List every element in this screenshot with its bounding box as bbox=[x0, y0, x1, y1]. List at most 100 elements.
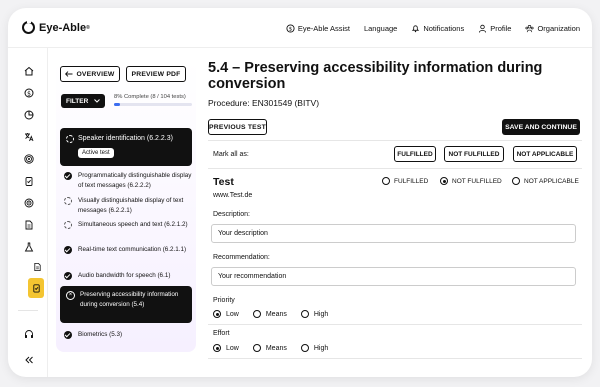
radio-label: Low bbox=[226, 344, 239, 352]
mark-all-fulfilled-button[interactable]: FULFILLED bbox=[394, 146, 436, 162]
radio-icon bbox=[300, 310, 309, 318]
progress-text: 8% Complete (8 / 104 tests) bbox=[114, 94, 186, 100]
nav-profile[interactable]: Profile bbox=[478, 24, 511, 33]
dollar-circle-icon: $ bbox=[24, 88, 33, 97]
test-list-panel: OVERVIEW PREVIEW PDF FILTER 8% Complete … bbox=[56, 60, 196, 352]
rail-assist[interactable]: $ bbox=[23, 87, 34, 98]
effort-low-radio[interactable]: Low bbox=[213, 344, 239, 352]
list-item-label: Audio bandwidth for speech (6.1) bbox=[78, 272, 171, 279]
radio-label: High bbox=[313, 344, 329, 352]
svg-text:$: $ bbox=[27, 90, 31, 97]
nav-organization[interactable]: Organization bbox=[525, 24, 580, 33]
recommendation-field[interactable]: Your recommendation bbox=[211, 267, 576, 286]
active-test-item[interactable]: Speaker identification (6.2.2.3) Active … bbox=[60, 128, 192, 166]
translate-icon bbox=[24, 132, 33, 141]
app-window: Eye-Able ® $ Eye-Able Assist Language Not… bbox=[8, 8, 592, 377]
radio-label: NOT APPLICABLE bbox=[524, 177, 579, 185]
clipboard-check-icon bbox=[32, 284, 40, 293]
rail-file[interactable] bbox=[23, 219, 34, 230]
mark-all-fulfilled-label: FULFILLED bbox=[397, 150, 433, 158]
list-item[interactable]: Audio bandwidth for speech (6.1) bbox=[64, 271, 192, 281]
test-title: Test bbox=[213, 176, 234, 188]
radio-selected-icon bbox=[213, 344, 221, 352]
status-fulfilled-radio[interactable]: FULFILLED bbox=[382, 177, 428, 185]
nav-notifications[interactable]: Notifications bbox=[411, 24, 464, 33]
effort-high-radio[interactable]: High bbox=[300, 344, 329, 352]
priority-options: Low Means High bbox=[213, 310, 328, 318]
completed-check-icon bbox=[64, 172, 72, 180]
rail-report[interactable] bbox=[32, 261, 43, 272]
save-and-continue-button[interactable]: SAVE AND CONTINUE bbox=[502, 119, 580, 135]
rail-audit-active[interactable] bbox=[28, 278, 44, 298]
list-item[interactable]: Real-time text communication (6.2.1.1) bbox=[64, 245, 192, 255]
rail-broadcast[interactable] bbox=[23, 153, 34, 164]
save-and-continue-label: SAVE AND CONTINUE bbox=[505, 123, 577, 131]
pie-chart-icon bbox=[24, 110, 33, 119]
side-rail: $ bbox=[8, 48, 48, 377]
nav-label: Profile bbox=[490, 23, 512, 33]
list-item-label: Programmatically distinguishable display… bbox=[78, 172, 192, 189]
list-item[interactable]: Visually distinguishable display of text… bbox=[64, 196, 192, 215]
preview-pdf-label: PREVIEW PDF bbox=[131, 70, 181, 78]
document-icon bbox=[34, 262, 41, 271]
radio-label: Means bbox=[265, 344, 287, 352]
radio-icon bbox=[382, 177, 390, 185]
mark-all-label: Mark all as: bbox=[213, 151, 249, 158]
effort-options: Low Means High bbox=[213, 344, 328, 352]
nav-eye-able-assist[interactable]: $ Eye-Able Assist bbox=[286, 24, 350, 33]
effort-means-radio[interactable]: Means bbox=[252, 344, 287, 352]
progress-bar bbox=[114, 103, 192, 106]
flask-icon bbox=[24, 242, 33, 251]
priority-high-radio[interactable]: High bbox=[300, 310, 328, 318]
previous-test-button[interactable]: PREVIOUS TEST bbox=[208, 119, 267, 135]
description-label: Description: bbox=[213, 211, 250, 218]
rail-lab[interactable] bbox=[23, 241, 34, 252]
in-progress-icon bbox=[66, 135, 74, 143]
selected-test-item[interactable]: × Preserving accessibility information d… bbox=[60, 286, 192, 323]
divider bbox=[208, 324, 582, 325]
pending-status-icon bbox=[64, 197, 72, 205]
mark-all-not-applicable-button[interactable]: NOT APPLICABLE bbox=[513, 146, 577, 162]
divider bbox=[208, 140, 582, 141]
completed-check-icon bbox=[64, 272, 72, 280]
procedure-text: Procedure: EN301549 (BITV) bbox=[208, 98, 320, 108]
rail-support[interactable] bbox=[23, 328, 34, 339]
list-item[interactable]: Programmatically distinguishable display… bbox=[64, 171, 192, 190]
list-item-label: Simultaneous speech and text (6.2.1.2) bbox=[78, 221, 188, 228]
mark-all-not-fulfilled-button[interactable]: NOT FULFILLED bbox=[444, 146, 504, 162]
list-item[interactable]: Biometrics (5.3) bbox=[64, 330, 192, 340]
filter-dropdown[interactable]: FILTER bbox=[61, 94, 105, 108]
radio-label: Low bbox=[226, 310, 239, 318]
status-not-fulfilled-radio[interactable]: NOT FULFILLED bbox=[440, 177, 502, 185]
list-item-label: Visually distinguishable display of text… bbox=[78, 197, 184, 214]
test-url: www.Test.de bbox=[213, 192, 253, 199]
overview-label: OVERVIEW bbox=[76, 70, 115, 78]
description-field[interactable]: Your description bbox=[211, 224, 576, 243]
nav-language[interactable]: Language bbox=[364, 24, 397, 33]
list-item[interactable]: Simultaneous speech and text (6.2.1.2) bbox=[64, 220, 192, 230]
rail-clipboard[interactable] bbox=[23, 175, 34, 186]
status-not-applicable-radio[interactable]: NOT APPLICABLE bbox=[512, 177, 579, 185]
priority-means-radio[interactable]: Means bbox=[252, 310, 287, 318]
preview-pdf-button[interactable]: PREVIEW PDF bbox=[126, 66, 186, 82]
rail-target[interactable] bbox=[23, 197, 34, 208]
rail-collapse[interactable] bbox=[23, 354, 34, 365]
priority-low-radio[interactable]: Low bbox=[213, 310, 239, 318]
rail-analytics[interactable] bbox=[23, 109, 34, 120]
nav-label: Notifications bbox=[423, 23, 465, 33]
list-item-label: Biometrics (5.3) bbox=[78, 331, 123, 338]
svg-text:$: $ bbox=[289, 26, 292, 32]
previous-test-label: PREVIOUS TEST bbox=[209, 123, 266, 131]
rail-home[interactable] bbox=[23, 65, 34, 76]
radio-icon bbox=[252, 344, 261, 352]
effort-label: Effort bbox=[213, 330, 230, 337]
rail-translate[interactable] bbox=[23, 131, 34, 142]
selected-test-label: Preserving accessibility information dur… bbox=[80, 291, 179, 308]
failed-x-icon: × bbox=[66, 291, 75, 300]
radio-selected-icon bbox=[440, 177, 448, 185]
active-test-badge: Active test bbox=[78, 148, 114, 158]
overview-button[interactable]: OVERVIEW bbox=[60, 66, 120, 82]
radio-icon bbox=[512, 177, 520, 185]
radio-selected-icon bbox=[213, 310, 221, 318]
logo[interactable]: Eye-Able ® bbox=[22, 19, 90, 34]
